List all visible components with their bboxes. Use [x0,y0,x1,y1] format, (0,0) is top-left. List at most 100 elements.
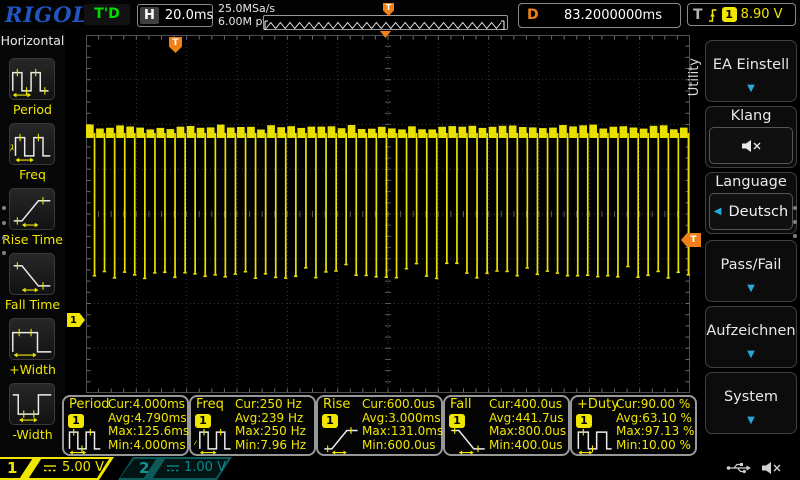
measurement-stats: Cur:600.0us Avg:3.000ms Max:131.0ms Min:… [362,398,443,452]
trigger-level-value: 8.90 V [741,7,783,22]
menu-button-label: Aufzeichnen [706,323,796,339]
measurement-stats: Cur:90.00 % Avg:63.10 % Max:97.13 % Min:… [616,398,694,452]
channel-bar: 1 5.00 V 2 1.00 V [0,457,800,480]
measurement-stats: Cur:400.0us Avg:441.7us Max:800.0us Min:… [489,398,566,452]
minus-width-icon [9,383,55,425]
dc-coupling-icon [166,464,180,473]
svg-text:1: 1 [10,143,15,152]
menu-page-dot [2,206,6,210]
plus-width-icon [9,318,55,360]
rise-time-icon [321,421,361,459]
menu-button-language[interactable]: Language ◀ Deutsch [705,172,797,234]
menu-button-klang[interactable]: Klang [705,106,797,168]
stat-value: 250 Hz [264,424,306,438]
ground-marker-number: 1 [70,315,77,326]
menu-button-label: System [706,389,796,405]
period-icon [67,421,107,459]
stat-value: 97.13 % [645,424,695,438]
freq-icon: ⁄ [194,421,234,459]
language-select-button[interactable]: ◀ Deutsch [709,193,793,230]
horizontal-label: H [140,7,159,24]
stat-value: 63.10 % [642,411,692,425]
sound-toggle-button[interactable] [709,127,793,164]
measurement-label: Period [69,397,110,412]
language-value: Deutsch [729,204,789,220]
rigol-logo: RIGOL [5,2,88,27]
system-icons [726,461,782,475]
right-menu-title: Utility [687,58,702,96]
graticule [86,35,690,393]
stat-value: 239 Hz [261,411,303,425]
waveform-display: T 1 T [65,30,702,457]
sample-rate-value: 25.0MSa/s [218,2,275,15]
chevron-down-icon: ▼ [706,283,796,294]
measurement-stats: Cur:250 Hz Avg:239 Hz Max:250 Hz Min:7.9… [235,398,306,452]
rise-time-icon [9,188,55,230]
trigger-label: T [693,7,703,23]
menu-button-label: Klang [706,108,796,124]
delay-value: 83.2000000ms [553,8,673,23]
fall-time-icon [448,421,488,459]
trigger-source-badge: 1 [722,7,737,22]
stat-value: 10.00 % [641,438,691,452]
measurement-label: Fall [450,397,471,412]
menu-button-label: EA Einstell [706,57,796,73]
stat-value: 4.000ms [133,397,185,411]
channel-scale: 1.00 V [184,460,226,475]
stat-value: 4.000ms [133,438,185,452]
measurement-plus-duty[interactable]: +Duty 1 Cur:90.00 % Avg:63.10 % Max:97.1… [570,395,697,456]
menu-button-system[interactable]: System ▼ [705,372,797,434]
right-menu: EA Einstell ▼ Klang Language ◀ Deutsch P… [702,30,800,458]
menu-item-label: Period [0,102,69,117]
channel-scale: 5.00 V [62,460,104,475]
menu-page-dot [2,251,6,255]
delay-box: D 83.2000000ms [518,3,681,28]
stat-value: 441.7us [515,411,563,425]
measurement-rise[interactable]: Rise 1 Cur:600.0us Avg:3.000ms Max:131.0… [316,395,443,456]
trigger-status-badge: T'D [84,4,130,25]
stat-value: 250 Hz [260,397,302,411]
delay-label: D [527,7,539,23]
menu-page-dot [2,221,6,225]
measurement-period[interactable]: Period 1 Cur:4.000ms Avg:4.790ms Max:125… [62,395,189,456]
memory-position-strip [263,15,508,30]
svg-text:⁄: ⁄ [194,439,198,450]
stat-value: 600.0us [387,438,435,452]
measurement-label: Freq [196,397,224,412]
stat-value: 800.0us [518,424,566,438]
menu-item-label: Freq [0,167,69,182]
stat-value: 131.0ms [391,424,443,438]
channel-number: 1 [7,459,17,477]
channel-2-badge[interactable]: 2 1.00 V [118,457,232,480]
left-menu: Horizontal Period ⁄ 1 [0,30,65,458]
dc-coupling-icon [43,464,57,473]
fall-time-icon [9,253,55,295]
stat-value: 400.0us [514,397,562,411]
timebase-box: H 20.0ms [137,4,213,27]
measurement-label: +Duty [577,397,619,412]
menu-button-pass-fail[interactable]: Pass/Fail ▼ [705,240,797,302]
trigger-marker-letter: T [690,235,696,245]
channel-1-badge[interactable]: 1 5.00 V [0,457,114,480]
menu-button-aufzeichnen[interactable]: Aufzeichnen ▼ [705,306,797,368]
chevron-down-icon: ▼ [706,83,796,94]
stat-value: 400.0us [514,438,562,452]
menu-button-ea-einstell[interactable]: EA Einstell ▼ [705,40,797,102]
oscilloscope-screen: RIGOL T'D H 20.0ms 25.0MSa/s 6.00M pts T… [0,0,800,480]
measurement-label: Rise [323,397,350,412]
menu-button-label: Pass/Fail [706,257,796,273]
speaker-muted-icon [740,139,762,153]
stat-value: 4.790ms [134,411,186,425]
chevron-left-icon: ◀ [714,206,722,217]
menu-page-dot [793,220,797,224]
stat-value: 3.000ms [388,411,440,425]
measurement-fall[interactable]: Fall 1 Cur:400.0us Avg:441.7us Max:800.0… [443,395,570,456]
trigger-box: T 1 8.90 V [687,3,796,26]
menu-button-label: Language [706,174,796,190]
speaker-muted-icon [760,461,782,475]
stat-value: 90.00 % [641,397,691,411]
measurement-freq[interactable]: Freq 1 ⁄ Cur:250 Hz Avg:239 Hz Max:250 H… [189,395,316,456]
flag-letter: T [172,38,178,48]
ch1-ground-marker[interactable]: 1 [67,313,85,327]
menu-item-label: -Width [0,427,69,442]
